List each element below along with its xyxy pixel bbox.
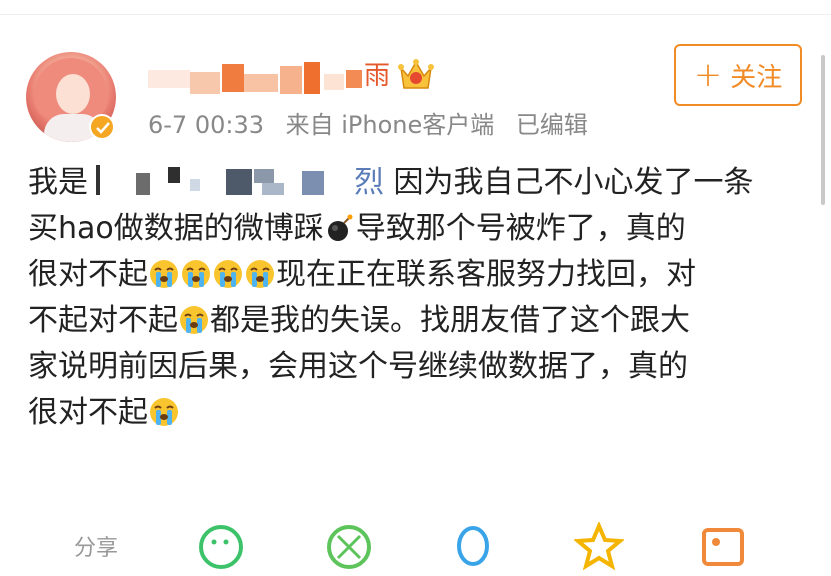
post-line-1: 我是 烈 因为我自己不小心发了一条 [28,160,798,206]
qq-icon[interactable] [448,522,498,572]
text-segment: 很对不起 [28,257,148,292]
crown-icon [398,58,434,92]
text-segment: 我是 [28,165,88,200]
text-segment: 现在正在联系客服努力找回，对 [276,257,696,292]
post-line-4: 不起对不起 都是我的失误。找朋友借了这个跟大 [28,298,798,344]
post-line-3: 很对不起 现在正在联系客服努力找回，对 [28,252,798,298]
follow-button[interactable]: + 关注 [674,44,802,106]
text-segment: 因为我自己不小心发了一条 [384,165,754,200]
crying-emoji [179,303,209,334]
text-segment: 导致那个号被炸了，真的 [355,211,686,246]
star-icon[interactable] [572,520,626,572]
crying-emoji [149,257,179,288]
avatar-face [56,74,90,114]
crying-emoji [213,257,243,288]
top-divider [0,14,831,15]
post-line-2: 买hao做数据的微博踩 导致那个号被炸了，真的 [28,206,798,252]
action-bar: 分享 [0,512,831,571]
text-segment: 买hao做数据的微博踩 [28,211,324,246]
crying-emoji [149,395,179,426]
bomb-icon [325,211,355,241]
text-segment: 都是我的失误。找朋友借了这个跟大 [210,303,690,338]
crying-emoji [181,257,211,288]
post-meta: 6-7 00:33 来自 iPhone客户端 已编辑 [148,110,602,140]
timestamp: 6-7 00:33 [148,111,264,139]
crying-emoji [245,257,275,288]
username-suffix[interactable]: 雨 [364,60,390,92]
plus-icon: + [693,55,723,95]
follow-label: 关注 [730,62,783,93]
moments-icon[interactable] [324,522,374,572]
image-icon[interactable] [698,522,748,572]
share-label[interactable]: 分享 [74,530,118,562]
text-segment: 很对不起 [28,395,148,430]
wechat-icon[interactable] [196,522,246,572]
post-text: 我是 烈 因为我自己不小心发了一条 买hao做数据的微博踩 导致那个号被炸了，真的… [28,160,798,436]
text-segment: 不起对不起 [28,303,178,338]
post-line-6: 很对不起 [28,390,798,436]
mention-redacted[interactable] [92,163,350,197]
post-line-5: 家说明前因后果，会用这个号继续做数据了，真的 [28,349,688,384]
scrollbar[interactable] [821,55,825,205]
post-source: 来自 iPhone客户端 [285,111,495,139]
username-redacted[interactable] [148,60,362,96]
mention-suffix[interactable]: 烈 [354,165,384,200]
edited-label[interactable]: 已编辑 [516,111,588,139]
verified-icon [89,114,115,140]
